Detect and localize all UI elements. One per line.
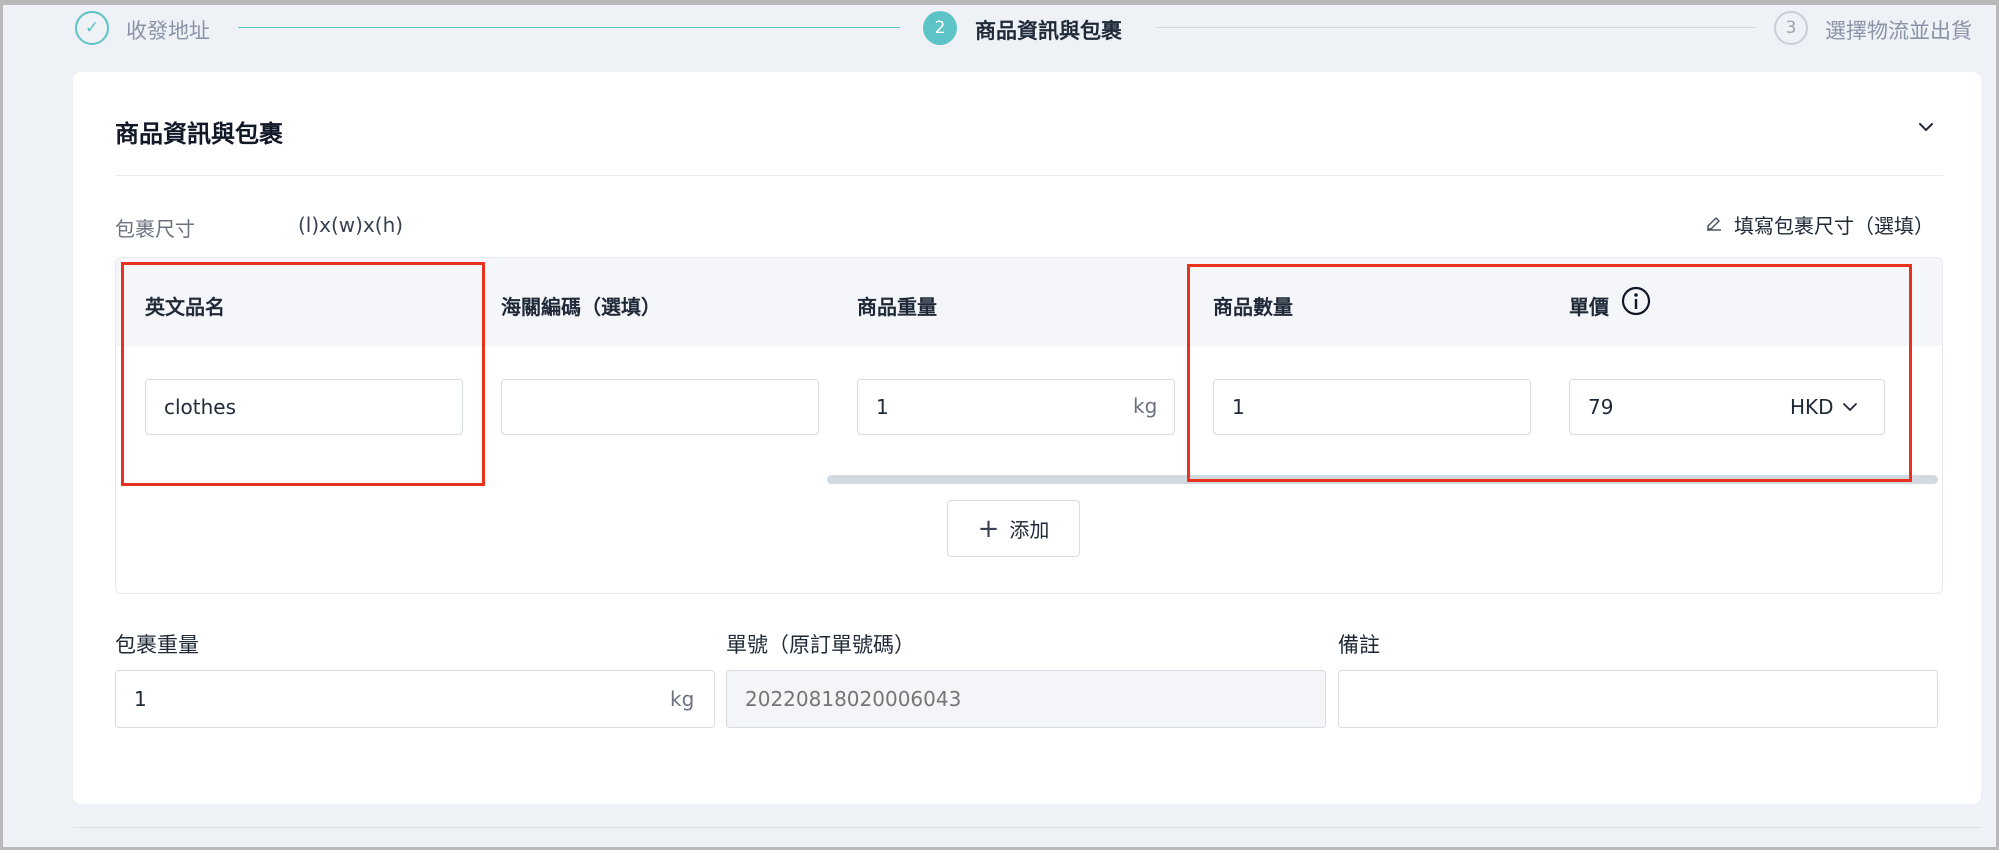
product-name-input[interactable] [145, 379, 463, 435]
add-item-label: 添加 [1009, 518, 1050, 542]
chevron-down-icon[interactable] [1911, 112, 1941, 142]
remark-label: 備註 [1338, 633, 1380, 657]
add-item-button[interactable]: + 添加 [947, 500, 1080, 557]
unit-price-input[interactable] [1569, 379, 1773, 435]
package-weight-label: 包裹重量 [115, 633, 199, 657]
col-header-quantity: 商品數量 [1213, 295, 1293, 319]
step-3-number: 3 [1774, 11, 1808, 45]
order-number-label: 單號（原訂單號碼） [726, 633, 915, 657]
quantity-input[interactable] [1213, 379, 1531, 435]
card-title: 商品資訊與包裹 [115, 120, 283, 148]
col-header-hs-code: 海關編碼（選填） [501, 295, 661, 319]
step-connector [238, 27, 900, 28]
chevron-down-icon [1842, 403, 1857, 411]
step-connector [1155, 27, 1755, 28]
step-3-label: 選擇物流並出貨 [1825, 19, 1972, 43]
col-header-name: 英文品名 [145, 295, 225, 319]
step-1-label[interactable]: 收發地址 [126, 15, 210, 45]
product-package-card: 商品資訊與包裹 包裹尺寸 (l)x(w)x(h) 填寫包裹尺寸（選填） 英文品名… [73, 72, 1981, 804]
package-size-value: (l)x(w)x(h) [298, 213, 404, 237]
col-header-weight: 商品重量 [857, 295, 937, 319]
col-header-unit-price: 單價 [1569, 295, 1609, 319]
step-2-number: 2 [923, 11, 957, 45]
weight-unit: kg [1133, 394, 1158, 418]
package-weight-input[interactable] [115, 670, 715, 728]
fill-package-size-label: 填寫包裹尺寸（選填） [1734, 214, 1934, 238]
divider [73, 827, 1981, 828]
hs-code-input[interactable] [501, 379, 819, 435]
step-2-label: 商品資訊與包裹 [975, 19, 1122, 43]
table-header: 英文品名 海關編碼（選填） 商品重量 商品數量 單價 [116, 258, 1942, 346]
horizontal-scrollbar[interactable] [827, 475, 1938, 484]
order-number-input [726, 670, 1326, 728]
divider [115, 175, 1943, 176]
fill-package-size-link[interactable]: 填寫包裹尺寸（選填） [1704, 210, 1934, 239]
package-size-label: 包裹尺寸 [115, 217, 195, 241]
product-weight-input[interactable] [857, 379, 1175, 435]
currency-select[interactable]: HKD [1772, 379, 1885, 435]
remark-input[interactable] [1338, 670, 1938, 728]
step-1-check-icon: ✓ [75, 11, 109, 45]
page: ✓ 收發地址 2 商品資訊與包裹 3 選擇物流並出貨 商品資訊與包裹 包裹尺寸 … [3, 5, 1996, 847]
items-table: 英文品名 海關編碼（選填） 商品重量 商品數量 單價 kg [115, 257, 1943, 594]
info-icon[interactable] [1620, 285, 1652, 317]
package-weight-unit: kg [670, 687, 695, 711]
plus-icon: + [977, 513, 1000, 544]
currency-value: HKD [1790, 395, 1834, 419]
edit-icon [1704, 213, 1724, 237]
